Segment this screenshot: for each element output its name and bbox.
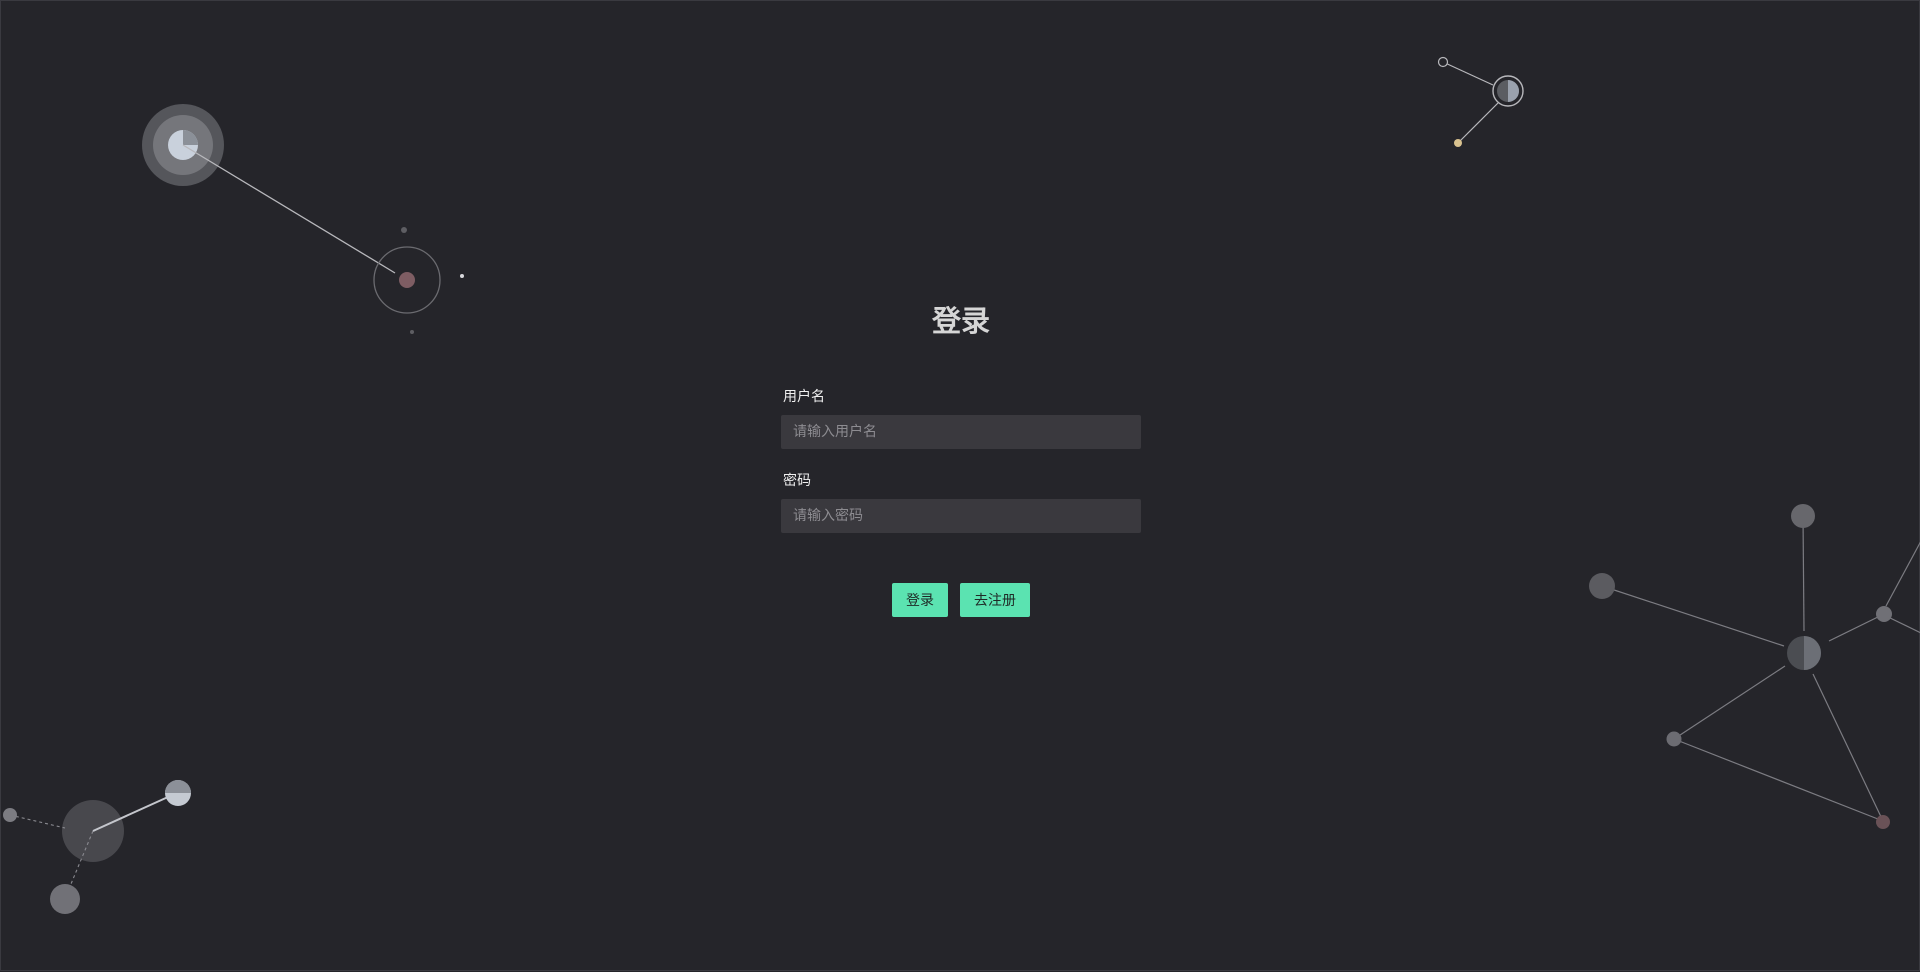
register-button[interactable]: 去注册: [960, 583, 1030, 617]
username-label: 用户名: [783, 389, 825, 405]
decor-cluster-top-right: [1437, 56, 1524, 147]
decor-cluster-top-left: [142, 104, 464, 334]
password-input[interactable]: [781, 499, 1141, 533]
password-label: 密码: [783, 473, 811, 489]
login-button[interactable]: 登录: [892, 583, 948, 617]
login-page: 登录 用户名 密码 登录 去注册: [0, 0, 1920, 971]
page-title: 登录: [931, 304, 990, 338]
particle-network-background: [3, 56, 1920, 914]
decor-cluster-right: [1589, 504, 1920, 829]
decor-cluster-bottom-left: [3, 780, 191, 914]
login-form: 登录 用户名 密码 登录 去注册: [781, 301, 1141, 617]
username-input[interactable]: [781, 415, 1141, 449]
